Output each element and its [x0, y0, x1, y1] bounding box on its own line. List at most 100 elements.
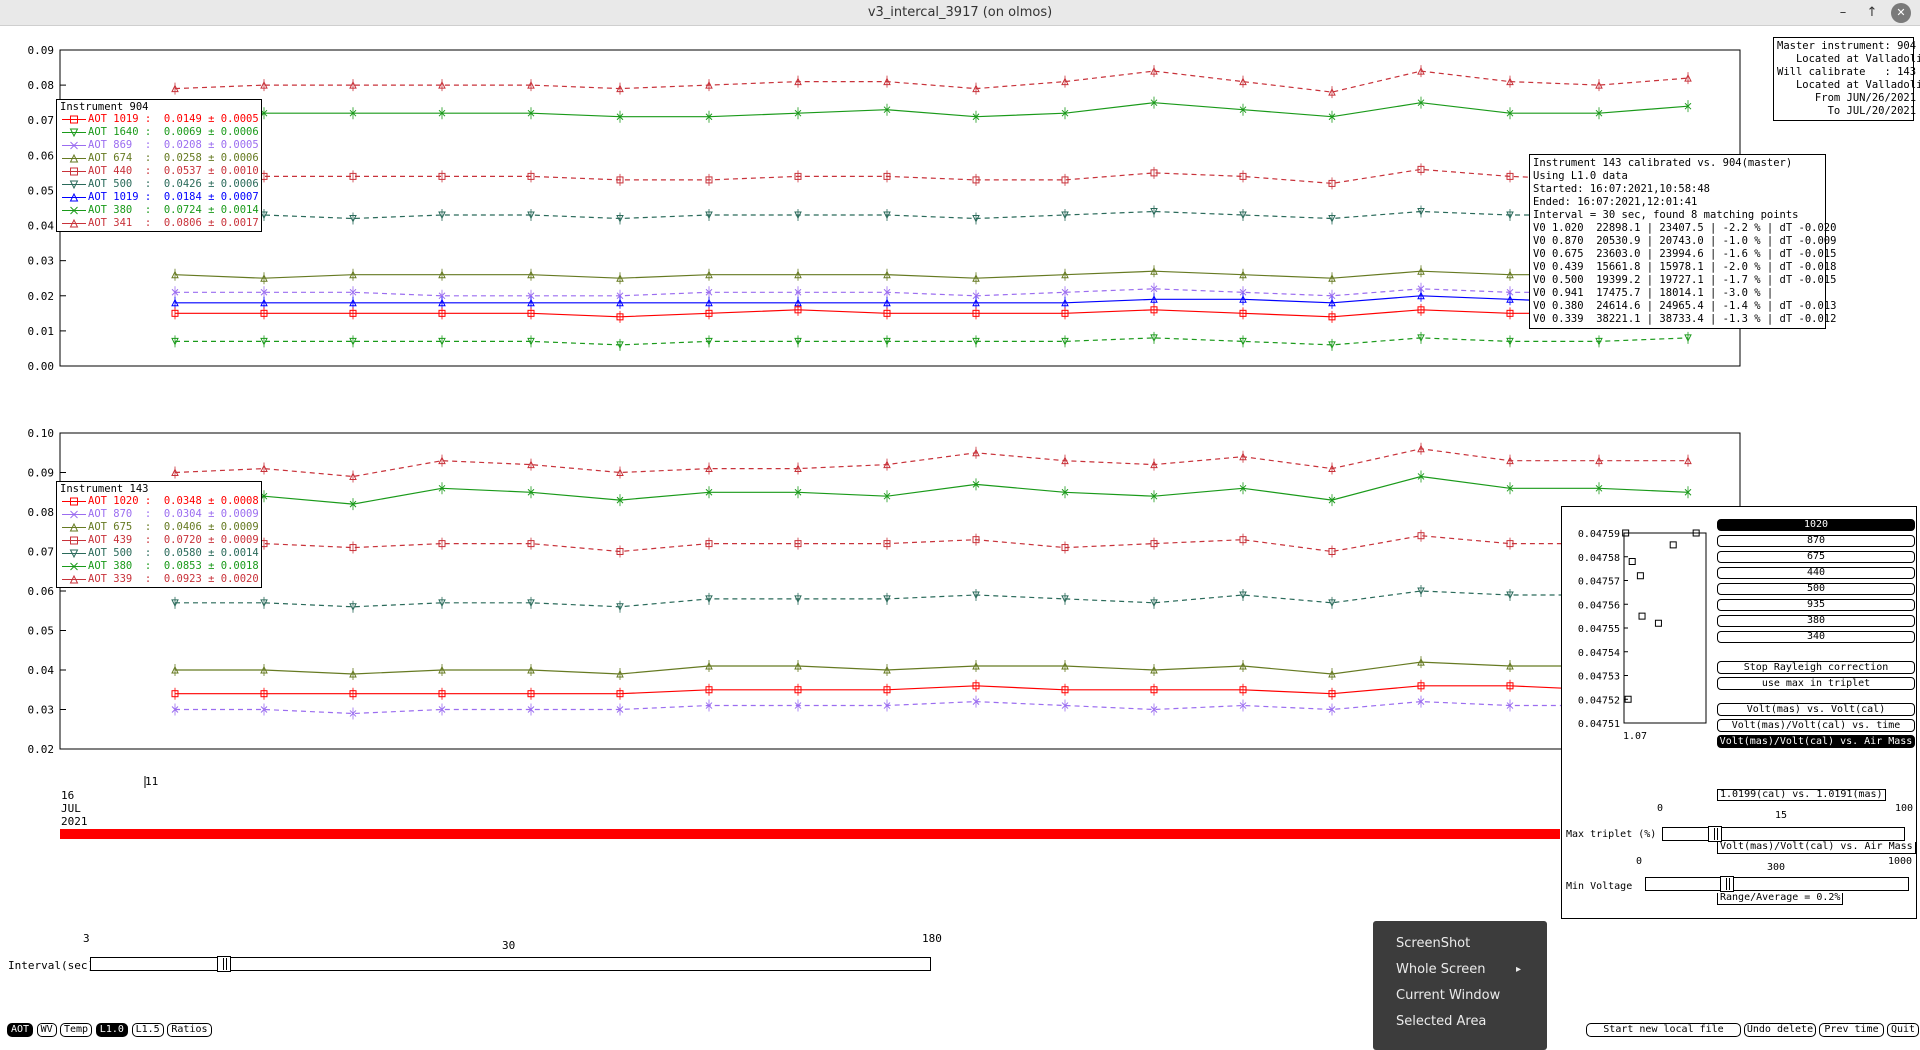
legend-entry: AOT 1019 : 0.0184 ± 0.0007 — [60, 191, 259, 204]
legend-swatch — [62, 128, 86, 138]
quit-button[interactable]: Quit — [1887, 1023, 1919, 1037]
max-triplet-button[interactable]: use max in triplet — [1717, 677, 1915, 690]
legend-value: 0.0426 ± 0.0006 — [163, 178, 259, 190]
calibration-control-panel: 0.04759 0.04758 0.04757 0.04756 0.04755 0.047… — [1561, 506, 1917, 919]
voltage-min: 0 — [1636, 856, 1643, 867]
wavelength-button-340[interactable]: 340 — [1717, 631, 1915, 643]
series-line — [175, 337, 1689, 346]
prev-time-button[interactable]: Prev time — [1819, 1023, 1884, 1037]
wavelength-button-380[interactable]: 380 — [1717, 615, 1915, 627]
legend-swatch — [62, 180, 86, 190]
calib-box-line: Started: 16:07:2021,10:58:48 — [1533, 183, 1711, 195]
y-tick-label: 0.09 — [28, 44, 55, 57]
legend-value: 0.0720 ± 0.0009 — [163, 534, 259, 546]
stop-rayleigh-button[interactable]: Stop Rayleigh correction — [1717, 661, 1915, 674]
master-box-line: From JUN/26/2021 — [1777, 92, 1917, 104]
screenshot-context-menu: ScreenShot Whole Screen ▸ Current Window … — [1373, 921, 1547, 1050]
legend-title: Instrument 904 — [60, 101, 149, 113]
ratio-airmass-plot[interactable]: 0.04759 0.04758 0.04757 0.04756 0.04755 0.047… — [1562, 507, 1714, 737]
tab-temp[interactable]: Temp — [60, 1023, 93, 1037]
wavelength-button-500[interactable]: 500 — [1717, 583, 1915, 595]
y-tick-label: 0.08 — [28, 79, 55, 92]
plot-mode-button[interactable]: Volt(mas)/Volt(cal) vs. Air Mass — [1717, 735, 1915, 748]
legend-entry: AOT 440 : 0.0537 ± 0.0010 — [60, 165, 259, 178]
series-line — [174, 475, 1689, 505]
legend-value: 0.0923 ± 0.0020 — [163, 573, 259, 585]
tab-ratios[interactable]: Ratios — [167, 1023, 212, 1037]
window-titlebar[interactable]: v3_intercal_3917 (on olmos) – ↑ ✕ — [0, 0, 1920, 26]
min-voltage-slider[interactable] — [1645, 876, 1909, 892]
legend-label: AOT 870 : — [88, 508, 164, 520]
undo-delete-button[interactable]: Undo delete — [1744, 1023, 1816, 1037]
y-tick-label: 0.03 — [28, 704, 55, 717]
interval-slider[interactable] — [90, 956, 931, 972]
legend-swatch — [62, 536, 86, 545]
slider-thumb[interactable] — [216, 956, 231, 972]
legend-label: AOT 500 : — [88, 178, 164, 190]
menu-item-current-window[interactable]: Current Window — [1373, 984, 1547, 1008]
time-tick-label: 11 — [145, 775, 159, 788]
legend-swatch — [62, 562, 86, 571]
menu-item-selected-area[interactable]: Selected Area — [1373, 1010, 1547, 1034]
minimize-icon[interactable]: – — [1833, 3, 1853, 23]
legend-value: 0.0580 ± 0.0014 — [163, 547, 259, 559]
chart-panel-1: 0.00 0.01 0.02 0.03 0.04 0.05 0.06 0.07 0.08 0.09 — [28, 44, 1741, 373]
ratio-value: 1.0199(cal) vs. 1.0191(mas) — [1717, 789, 1886, 801]
legend-swatch — [62, 192, 86, 202]
y-tick-label: 0.05 — [28, 625, 55, 638]
series-line — [175, 661, 1688, 675]
series-line — [175, 685, 1688, 695]
start-new-file-button[interactable]: Start new local file — [1586, 1023, 1741, 1037]
legend-swatch — [62, 206, 86, 215]
tab-aot[interactable]: AOT — [7, 1023, 34, 1037]
wavelength-button-870[interactable]: 870 — [1717, 535, 1915, 547]
legend-entry: AOT 439 : 0.0720 ± 0.0009 — [60, 534, 259, 547]
tab-l1-5[interactable]: L1.5 — [131, 1023, 164, 1037]
legend-swatch — [62, 549, 86, 559]
plot-frame — [59, 432, 1741, 750]
calib-box-line: V0 0.380 24614.6 | 24965.4 | -1.4 % | dT… — [1533, 300, 1837, 312]
plot-mode-button[interactable]: Volt(mas) vs. Volt(cal) — [1717, 703, 1915, 716]
calib-box-line: Interval = 30 sec, found 8 matching poin… — [1533, 209, 1799, 221]
mini-y-tick-label: 0.04757 — [1578, 577, 1620, 588]
legend-value: 0.0184 ± 0.0007 — [163, 191, 259, 203]
close-icon[interactable]: ✕ — [1891, 3, 1911, 23]
maximize-icon[interactable]: ↑ — [1862, 3, 1882, 23]
mini-y-tick-label: 0.04758 — [1578, 553, 1620, 564]
wavelength-button-440[interactable]: 440 — [1717, 567, 1915, 579]
calib-box-line: Ended: 16:07:2021,12:01:41 — [1533, 196, 1698, 208]
legend-entry: AOT 500 : 0.0580 ± 0.0014 — [60, 547, 259, 560]
slider-thumb[interactable] — [1708, 826, 1723, 842]
y-tick-label: 0.09 — [28, 467, 55, 480]
legend-instrument-143: Instrument 143 AOT 1020 : 0.0348 ± 0.0008… — [56, 481, 262, 588]
legend-swatch — [62, 510, 86, 519]
wavelength-button-935[interactable]: 935 — [1717, 599, 1915, 611]
range-average-caption: Range/Average = 0.2% — [1717, 893, 1844, 905]
interval-max: 180 — [922, 932, 942, 945]
tab-wv[interactable]: WV — [36, 1023, 57, 1037]
legend-label: AOT 869 : — [88, 139, 164, 151]
menu-item-screenshot[interactable]: ScreenShot — [1373, 932, 1547, 956]
calib-box-line: V0 0.941 17475.7 | 18014.1 | -3.0 % | — [1533, 287, 1774, 299]
tab-l1-0[interactable]: L1.0 — [95, 1023, 128, 1037]
y-tick-label: 0.06 — [28, 585, 55, 598]
wavelength-button-1020[interactable]: 1020 — [1717, 519, 1915, 531]
wavelength-button-675[interactable]: 675 — [1717, 551, 1915, 563]
plot-frame — [59, 49, 1741, 367]
legend-label: AOT 1019 : — [88, 113, 164, 125]
legend-value: 0.0069 ± 0.0006 — [163, 126, 259, 138]
calib-box-line: Instrument 143 calibrated vs. 904(master… — [1533, 157, 1793, 169]
y-tick-label: 0.07 — [28, 114, 55, 127]
calibration-results-box: Instrument 143 calibrated vs. 904(master… — [1529, 154, 1837, 329]
legend-swatch — [62, 141, 86, 150]
window-title: v3_intercal_3917 (on olmos) — [867, 5, 1053, 20]
plot-mode-button[interactable]: Volt(mas)/Volt(cal) vs. time — [1717, 719, 1915, 732]
triplet-caption: Volt(mas)/Volt(cal) vs. Air Mass — [1717, 842, 1916, 854]
max-triplet-slider[interactable] — [1662, 826, 1905, 842]
legend-entry: AOT 380 : 0.0853 ± 0.0018 — [60, 560, 259, 573]
legend-swatch — [62, 218, 86, 228]
slider-thumb[interactable] — [1720, 876, 1735, 892]
time-range-bar[interactable] — [60, 829, 1560, 839]
menu-item-whole-screen[interactable]: Whole Screen ▸ — [1373, 958, 1547, 982]
master-instrument-box: Master instrument: 904 Located at Vallad… — [1773, 37, 1920, 121]
